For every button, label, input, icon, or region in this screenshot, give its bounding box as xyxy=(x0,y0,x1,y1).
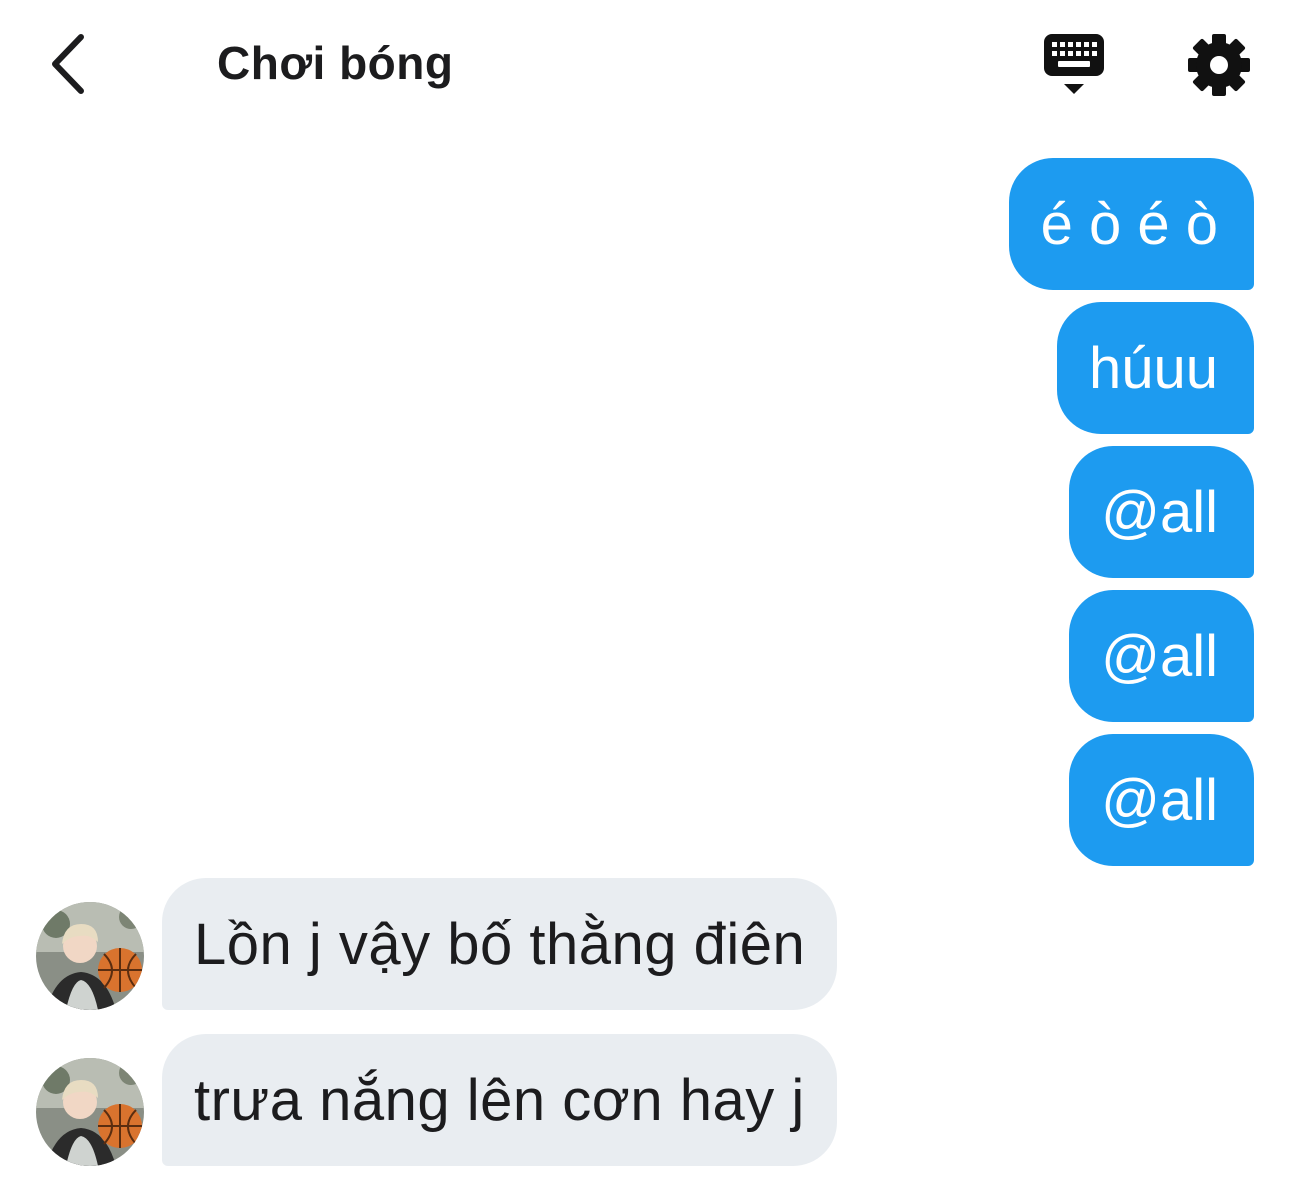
outgoing-message[interactable]: @all xyxy=(1069,446,1254,578)
incoming-message[interactable]: Lồn j vậy bố thằng điên xyxy=(162,878,838,1010)
chevron-left-icon xyxy=(52,34,84,94)
gear-icon xyxy=(1188,34,1250,96)
back-button[interactable] xyxy=(30,24,110,104)
outgoing-message[interactable]: húuu xyxy=(1056,302,1254,434)
sender-avatar[interactable] xyxy=(36,902,144,1010)
avatar-photo xyxy=(36,902,144,1010)
chat-title: Chơi bóng xyxy=(217,37,454,89)
settings-button[interactable] xyxy=(1184,30,1254,100)
avatar-photo xyxy=(36,1058,144,1166)
sender-avatar[interactable] xyxy=(36,1058,144,1166)
keyboard-icon xyxy=(1044,34,1104,94)
outgoing-message[interactable]: @all xyxy=(1069,590,1254,722)
outgoing-message[interactable]: @all xyxy=(1069,734,1254,866)
incoming-message[interactable]: trưa nắng lên cơn hay j xyxy=(162,1034,837,1166)
outgoing-message[interactable]: é ò é ò xyxy=(1008,158,1254,290)
chat-header: Chơi bóng xyxy=(0,0,1290,130)
keyboard-toggle-button[interactable] xyxy=(1036,30,1112,100)
